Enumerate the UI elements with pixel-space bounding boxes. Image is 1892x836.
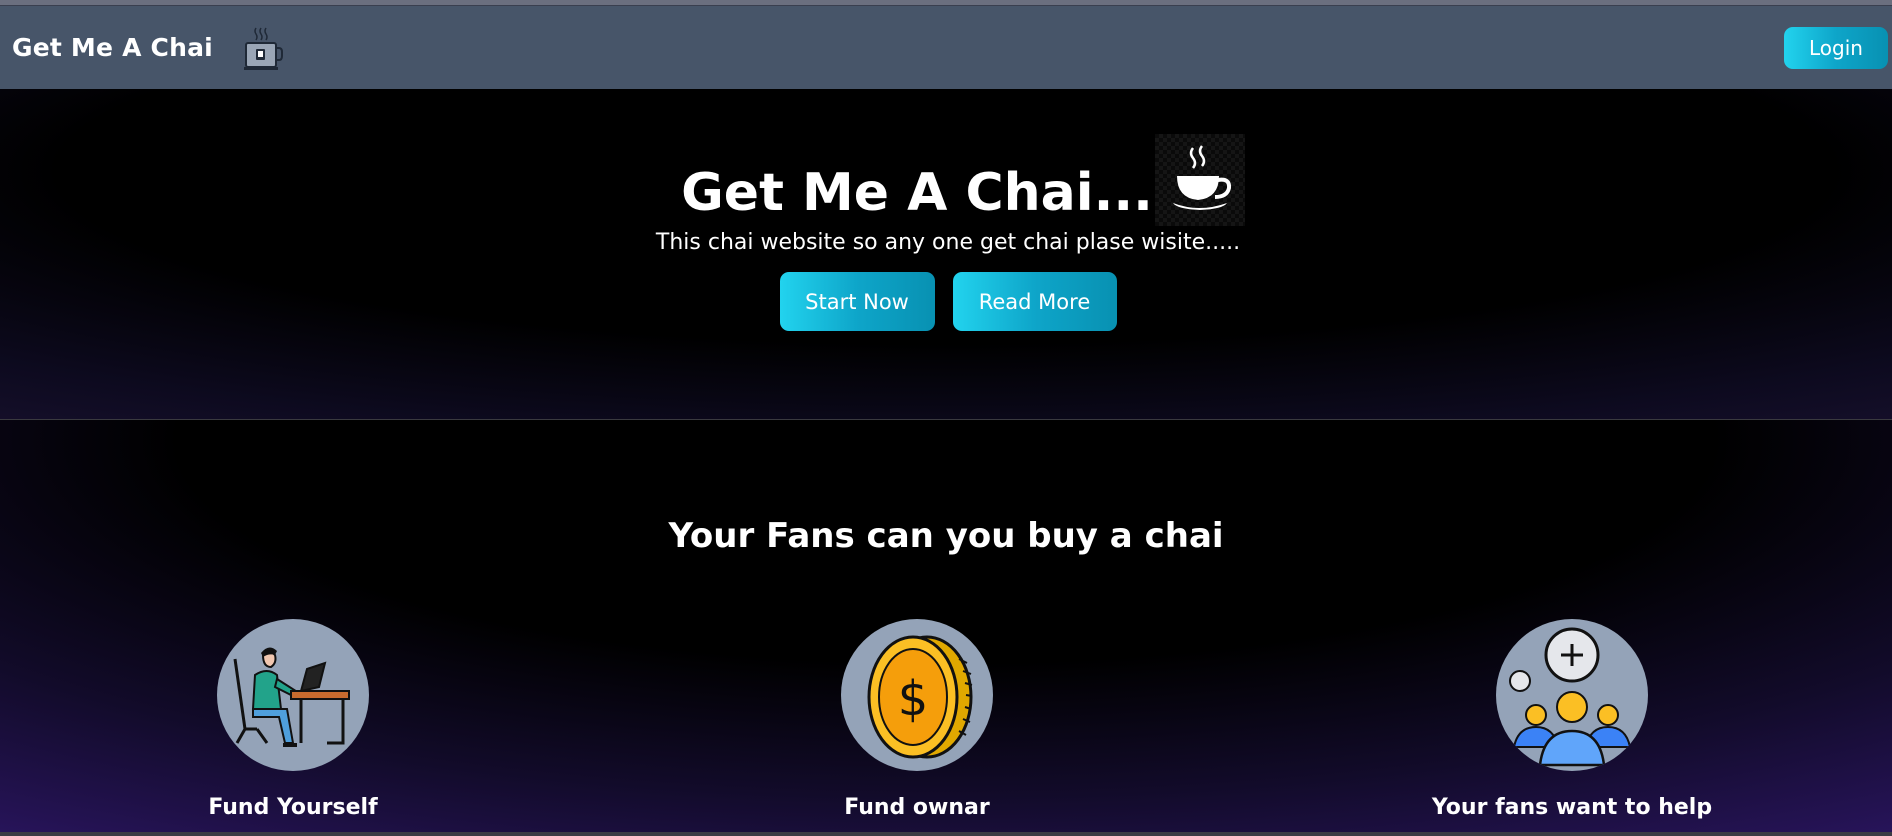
feature-label: Fund Yourself [208, 795, 378, 820]
hero-title-row: Get Me A Chai... [0, 134, 1892, 226]
feature-label: Fund ownar [844, 795, 990, 820]
window-bottom-border [0, 832, 1892, 836]
hero-title: Get Me A Chai... [681, 163, 1153, 223]
hero-buttons: Start Now Read More [0, 272, 1892, 331]
feature-fans-help: Your fans want to help [1412, 619, 1732, 820]
navbar: Get Me A Chai Login [0, 6, 1892, 89]
fans-title: Your Fans can you buy a chai [668, 516, 1224, 556]
brand-name: Get Me A Chai [12, 33, 213, 62]
feature-fund-ownar: $ Fund ownar [757, 619, 1077, 820]
person-at-desk-icon [217, 619, 369, 771]
hero-subtitle: This chai website so any one get chai pl… [655, 230, 1241, 255]
fans-section: Your Fans can you buy a chai Fund Yourse… [0, 420, 1892, 832]
brand[interactable]: Get Me A Chai [12, 24, 283, 72]
coin-icon: $ [841, 619, 993, 771]
feature-label: Your fans want to help [1431, 795, 1713, 820]
feature-fund-yourself: Fund Yourself [133, 619, 453, 820]
svg-text:$: $ [898, 671, 929, 727]
login-button[interactable]: Login [1784, 26, 1888, 69]
read-more-button[interactable]: Read More [952, 272, 1117, 331]
hero-section: Get Me A Chai... This chai website so an… [0, 89, 1892, 420]
community-icon [1496, 619, 1648, 771]
start-now-button[interactable]: Start Now [779, 272, 935, 331]
steaming-cup-icon [1154, 134, 1245, 226]
tea-cup-icon [241, 24, 283, 72]
